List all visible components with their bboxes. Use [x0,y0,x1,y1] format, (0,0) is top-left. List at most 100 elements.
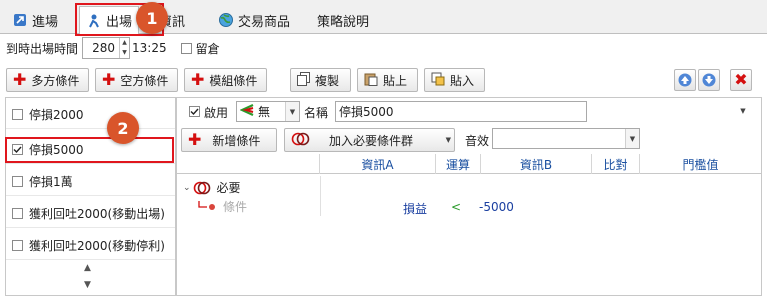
header-info-b: 資訊B [480,154,591,174]
step-badge-2: 2 [107,112,139,144]
module-condition-label: 模組條件 [209,73,258,88]
enter-arrow-icon [12,12,28,28]
hold-overnight-checkbox[interactable] [180,42,192,54]
required-group-label: 必要 [216,181,241,195]
list-item[interactable]: 停損2000 [6,101,175,129]
exit-time-stepper[interactable]: 280 ▲ ▼ [82,37,131,59]
add-condition-label: 新增條件 [212,133,261,148]
list-item-checkbox[interactable] [12,240,23,251]
signal-value: 無 [258,105,271,119]
long-condition-button[interactable]: ✚ 多方條件 [6,68,89,92]
sound-select[interactable]: ▼ [492,128,640,149]
copy-icon [297,71,310,89]
condition-node[interactable]: 條件 [197,198,247,215]
chevron-down-icon[interactable]: ▼ [736,101,750,120]
list-item-label: 停損2000 [29,108,84,122]
header-info-a: 資訊A [319,154,435,174]
name-input[interactable]: 停損5000 [335,101,587,122]
chevron-down-icon[interactable]: ▼ [285,102,299,121]
tab-entry[interactable]: 進場 [6,6,64,34]
list-item[interactable]: 獲利回吐2000(移動停利) [6,232,175,260]
exit-time-label: 到時出場時間 [6,41,79,56]
scroll-down-icon[interactable]: ▼ [84,280,91,290]
cell-operator[interactable]: < [451,200,461,214]
step-badge-1: 1 [136,2,168,34]
chevron-down-icon[interactable]: ▼ [122,50,127,56]
required-group-node[interactable]: ⌄ 必要 [183,179,241,196]
name-value: 停損5000 [339,105,394,119]
toolbar: ✚ 多方條件 ✚ 空方條件 ✚ 模組條件 複製 貼上 貼入 ✖ [0,64,767,96]
tab-strategy-label: 策略說明 [317,14,370,30]
hold-overnight-label: 留倉 [195,41,220,56]
list-item-checkbox[interactable] [12,208,23,219]
exit-time-value[interactable]: 280 [83,41,119,55]
arrow-up-icon [678,73,692,87]
header-operator: 運算 [435,154,480,174]
list-item-label: 停損1萬 [29,175,73,189]
condition-detail-panel: 啟用 無 ▼ 名稱 停損5000 ▼ ✚ 新增條件 加入必要條件群 ▼ 音效 ▼… [176,97,762,296]
paste-icon [364,72,378,89]
module-condition-button[interactable]: ✚ 模組條件 [184,68,267,92]
delete-button[interactable]: ✖ [730,69,752,91]
condition-label: 條件 [223,200,248,214]
signal-arrow-icon [239,103,254,119]
tab-products[interactable]: 交易商品 [212,6,296,34]
header-threshold: 門檻值 [639,154,761,174]
exit-time-clock: 13:25 [132,41,167,55]
checkmark-icon [190,108,199,116]
list-item-label: 獲利回吐2000(移動停利) [29,239,165,253]
highlight-selected-item [5,137,174,163]
scroll-up-icon[interactable]: ▲ [84,263,91,273]
plus-icon: ✚ [13,70,27,89]
paste-on-label: 貼上 [383,73,408,88]
move-up-button[interactable] [674,69,696,91]
stepper-arrows[interactable]: ▲ ▼ [119,38,129,58]
short-condition-label: 空方條件 [120,73,169,88]
required-group-icon [291,132,311,149]
arrow-down-icon [702,73,716,87]
copy-button[interactable]: 複製 [290,68,351,92]
move-down-button[interactable] [698,69,720,91]
signal-select[interactable]: 無 ▼ [236,101,300,122]
list-item-label: 獲利回吐2000(移動出場) [29,207,165,221]
add-required-group-label: 加入必要條件群 [329,133,414,148]
required-group-icon [193,181,210,194]
close-icon: ✖ [734,70,748,89]
name-label: 名稱 [304,106,329,120]
copy-label: 複製 [315,73,340,88]
enable-label: 啟用 [204,106,229,120]
paste-on-button[interactable]: 貼上 [357,68,418,92]
paste-in-label: 貼入 [450,73,475,88]
tree-connector-icon [198,200,215,210]
tree-divider [320,176,321,216]
list-item[interactable]: 獲利回吐2000(移動出場) [6,200,175,228]
header-compare: 比對 [591,154,639,174]
add-required-group-button[interactable]: 加入必要條件群 ▼ [284,128,455,152]
chevron-down-icon[interactable]: ▼ [625,129,639,148]
tab-strategy-description[interactable]: 策略說明 [311,6,375,34]
paste-into-icon [431,72,445,89]
paste-in-button[interactable]: 貼入 [424,68,485,92]
options-dropdown[interactable]: ▼ [736,101,752,122]
enable-checkbox[interactable] [189,106,200,117]
globe-icon [218,12,234,28]
cell-info-a[interactable]: 損益 [403,200,427,217]
chevron-down-icon[interactable]: ⌄ [183,183,191,193]
list-item-checkbox[interactable] [12,176,23,187]
cell-info-b[interactable]: -5000 [479,200,514,214]
plus-icon: ✚ [191,70,205,89]
exit-condition-list: 停損2000 停損5000 停損1萬 獲利回吐2000(移動出場) 獲利回吐20… [5,97,176,296]
add-condition-button[interactable]: ✚ 新增條件 [181,128,277,152]
list-item[interactable]: 停損1萬 [6,168,175,196]
tab-products-label: 交易商品 [238,14,291,30]
sound-label: 音效 [465,134,490,148]
short-condition-button[interactable]: ✚ 空方條件 [95,68,178,92]
list-item-checkbox[interactable] [12,109,23,120]
plus-icon: ✚ [188,130,202,149]
chevron-down-icon[interactable]: ▼ [446,136,451,144]
grid-header: 資訊A 運算 資訊B 比對 門檻值 [177,154,761,174]
exit-time-row: 到時出場時間 280 ▲ ▼ 13:25 留倉 [0,34,767,62]
plus-icon: ✚ [102,70,116,89]
chevron-up-icon[interactable]: ▲ [122,40,127,46]
tab-entry-label: 進場 [32,14,59,30]
